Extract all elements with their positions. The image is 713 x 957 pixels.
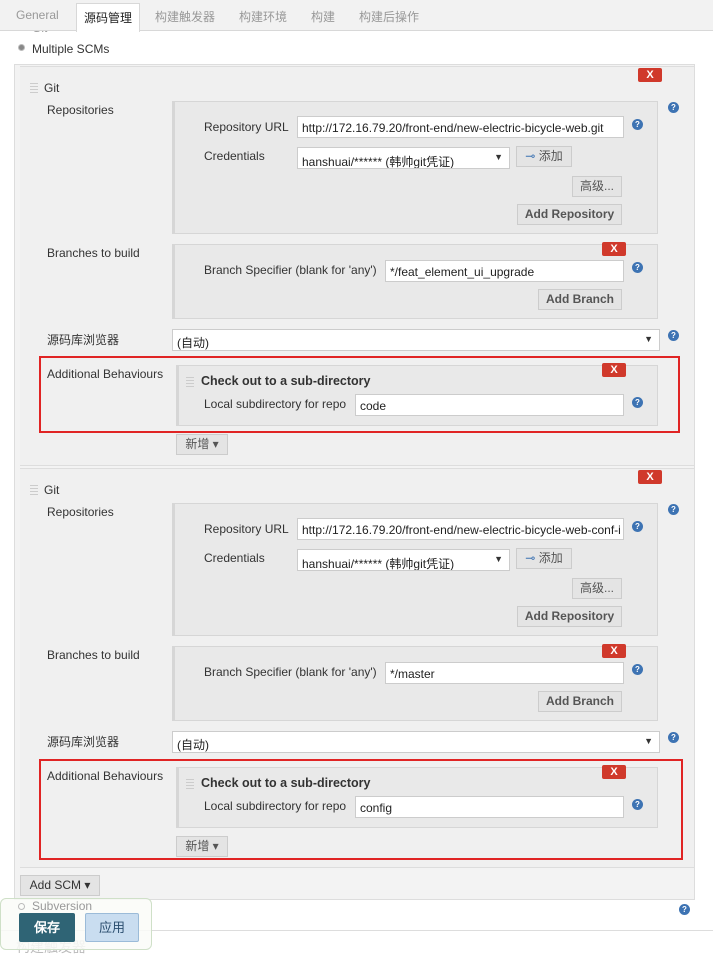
add-scm-label: Add SCM	[29, 878, 81, 892]
key-icon: ⊸	[525, 551, 539, 565]
drag-handle-icon[interactable]	[30, 81, 38, 93]
tab-build[interactable]: 构建	[311, 8, 335, 25]
tab-bar: General 源码管理 构建触发器 构建环境 构建 构建后操作	[0, 0, 713, 32]
repositories-label: Repositories	[47, 505, 114, 519]
help-icon[interactable]: ?	[668, 102, 679, 113]
credentials-select[interactable]: hanshuai/****** (韩帅git凭证)	[297, 549, 510, 571]
highlight-box	[39, 759, 683, 860]
add-branch-button[interactable]: Add Branch	[538, 691, 622, 712]
delete-branch-button[interactable]: X	[602, 644, 626, 658]
add-branch-button[interactable]: Add Branch	[538, 289, 622, 310]
apply-button[interactable]: 应用	[85, 913, 139, 942]
help-icon[interactable]: ?	[668, 732, 679, 743]
radio-multiple-scms-label[interactable]: Multiple SCMs	[32, 42, 109, 56]
scm-title: Git	[44, 483, 60, 497]
branch-spec-label: Branch Specifier (blank for 'any')	[204, 665, 377, 679]
help-icon[interactable]: ?	[632, 664, 643, 675]
add-credentials-button[interactable]: ⊸ 添加	[516, 146, 572, 167]
add-label: 添加	[538, 551, 563, 565]
delete-scm-button[interactable]: X	[638, 470, 662, 484]
add-repository-button[interactable]: Add Repository	[517, 606, 622, 627]
help-icon[interactable]: ?	[679, 904, 690, 915]
repo-browser-label: 源码库浏览器	[47, 333, 120, 347]
drag-handle-icon[interactable]	[30, 483, 38, 495]
key-icon: ⊸	[525, 149, 539, 163]
help-icon[interactable]: ?	[668, 330, 679, 341]
add-credentials-button[interactable]: ⊸ 添加	[516, 548, 572, 569]
tab-post-build[interactable]: 构建后操作	[359, 8, 419, 25]
advanced-button[interactable]: 高级...	[572, 578, 622, 599]
branches-label: Branches to build	[47, 648, 140, 662]
credentials-value: hanshuai/****** (韩帅git凭证)	[302, 557, 455, 571]
branch-spec-input[interactable]: */master	[385, 662, 624, 684]
repositories-label: Repositories	[47, 103, 114, 117]
repo-url-label: Repository URL	[204, 120, 289, 134]
branch-spec-input[interactable]: */feat_element_ui_upgrade	[385, 260, 624, 282]
add-scm-button[interactable]: Add SCM ▾	[20, 875, 100, 896]
repo-url-input[interactable]: http://172.16.79.20/front-end/new-electr…	[297, 116, 624, 138]
radio-subversion[interactable]	[18, 903, 25, 910]
tab-build-environment[interactable]: 构建环境	[239, 8, 287, 25]
repo-browser-label: 源码库浏览器	[47, 735, 120, 749]
repo-url-label: Repository URL	[204, 522, 289, 536]
tab-source-control[interactable]: 源码管理	[76, 3, 141, 32]
repo-browser-value: (自动)	[177, 738, 209, 752]
help-icon[interactable]: ?	[632, 521, 643, 532]
highlight-box	[39, 356, 680, 433]
save-button[interactable]: 保存	[19, 913, 75, 942]
add-behaviour-button[interactable]: 新增 ▾	[176, 434, 228, 455]
delete-scm-button[interactable]: X	[638, 68, 662, 82]
credentials-label: Credentials	[204, 149, 265, 163]
credentials-label: Credentials	[204, 551, 265, 565]
git-scm-block: X Git Repositories ? Repository URL http…	[20, 468, 694, 868]
repo-browser-select[interactable]: (自动)	[172, 731, 660, 753]
credentials-value: hanshuai/****** (韩帅git凭证)	[302, 155, 455, 169]
scm-title: Git	[44, 81, 60, 95]
help-icon[interactable]: ?	[668, 504, 679, 515]
advanced-button[interactable]: 高级...	[572, 176, 622, 197]
branches-label: Branches to build	[47, 246, 140, 260]
radio-multiple-scms[interactable]	[18, 44, 25, 51]
tab-build-triggers[interactable]: 构建触发器	[155, 8, 215, 25]
repo-browser-value: (自动)	[177, 336, 209, 350]
tab-general[interactable]: General	[16, 8, 59, 22]
help-icon[interactable]: ?	[632, 262, 643, 273]
credentials-select[interactable]: hanshuai/****** (韩帅git凭证)	[297, 147, 510, 169]
help-icon[interactable]: ?	[632, 119, 643, 130]
branch-spec-label: Branch Specifier (blank for 'any')	[204, 263, 377, 277]
radio-subversion-label[interactable]: Subversion	[32, 900, 92, 912]
repo-browser-select[interactable]: (自动)	[172, 329, 660, 351]
git-scm-block: X Git Repositories ? Repository URL http…	[20, 66, 694, 466]
repo-url-input[interactable]: http://172.16.79.20/front-end/new-electr…	[297, 518, 624, 540]
add-repository-button[interactable]: Add Repository	[517, 204, 622, 225]
add-behaviour-label: 新增	[185, 437, 210, 451]
add-label: 添加	[538, 149, 563, 163]
delete-branch-button[interactable]: X	[602, 242, 626, 256]
